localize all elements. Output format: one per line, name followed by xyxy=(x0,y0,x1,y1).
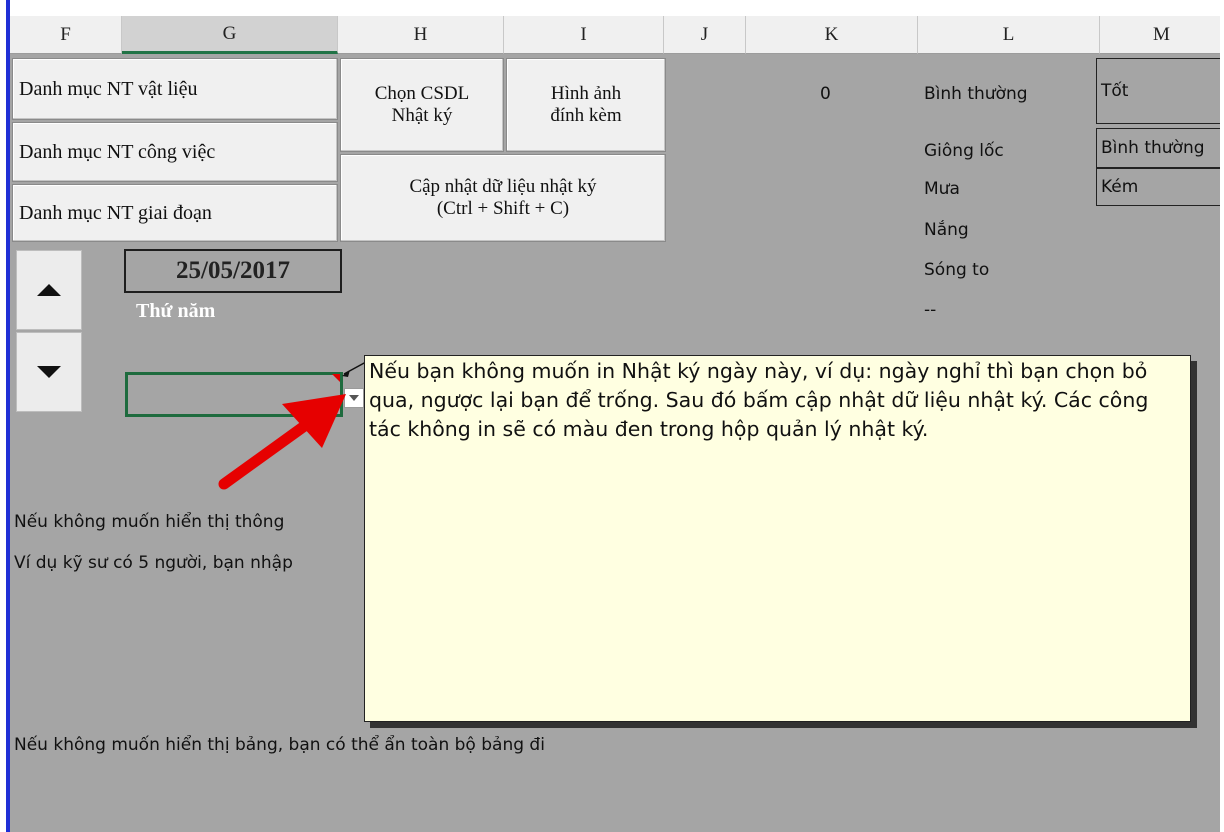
cap-nhat-du-lieu-button[interactable]: Cập nhật dữ liệu nhật ký (Ctrl + Shift +… xyxy=(340,154,666,242)
danh-muc-giai-doan-label: Danh mục NT giai đoạn xyxy=(19,201,212,224)
cell-k-value[interactable]: 0 xyxy=(820,84,831,104)
comment-indicator xyxy=(332,374,340,382)
quality-cell-tot[interactable]: Tốt xyxy=(1096,58,1220,124)
arrow-up-icon xyxy=(37,284,61,296)
quality-cell-kem[interactable]: Kém xyxy=(1096,168,1220,206)
column-header-j[interactable]: J xyxy=(664,16,746,54)
weather-item[interactable]: -- xyxy=(924,300,936,320)
column-header-k[interactable]: K xyxy=(746,16,918,54)
quality-label: Tốt xyxy=(1101,81,1129,101)
weather-item[interactable]: Sóng to xyxy=(924,260,989,280)
date-cell[interactable]: 25/05/2017 xyxy=(124,249,342,293)
hinh-anh-label-line1: Hình ảnh xyxy=(550,83,622,104)
column-header-g[interactable]: G xyxy=(122,16,338,54)
comment-text: Nếu bạn không muốn in Nhật ký ngày này, … xyxy=(369,359,1149,441)
note-text: Nếu không muốn hiển thị thông xyxy=(14,512,285,532)
note-text: Ví dụ kỹ sư có 5 người, bạn nhập xyxy=(14,553,293,573)
column-header-i[interactable]: I xyxy=(504,16,664,54)
cap-nhat-label-line2: (Ctrl + Shift + C) xyxy=(436,198,570,219)
weather-item[interactable]: Giông lốc xyxy=(924,141,1004,161)
column-header-h[interactable]: H xyxy=(338,16,504,54)
column-header-m[interactable]: M xyxy=(1100,16,1220,54)
top-strip xyxy=(10,0,1220,16)
weather-item[interactable]: Mưa xyxy=(924,179,960,199)
weekday-label: Thứ năm xyxy=(136,300,216,322)
column-header-f[interactable]: F xyxy=(10,16,122,54)
weather-item[interactable]: Nắng xyxy=(924,220,969,240)
column-header-l[interactable]: L xyxy=(918,16,1100,54)
weather-item[interactable]: Bình thường xyxy=(924,84,1028,104)
previous-day-button[interactable] xyxy=(16,250,82,330)
danh-muc-cong-viec-label: Danh mục NT công việc xyxy=(19,140,216,163)
comment-tooltip: Nếu bạn không muốn in Nhật ký ngày này, … xyxy=(364,355,1191,722)
red-arrow-icon xyxy=(218,394,346,490)
next-day-button[interactable] xyxy=(16,332,82,412)
cap-nhat-label-line1: Cập nhật dữ liệu nhật ký xyxy=(409,176,597,197)
arrow-down-icon xyxy=(37,366,61,378)
chon-csdl-nhat-ky-button[interactable]: Chọn CSDL Nhật ký xyxy=(340,58,504,152)
danh-muc-vat-lieu-button[interactable]: Danh mục NT vật liệu xyxy=(12,58,338,120)
hinh-anh-label-line2: đính kèm xyxy=(550,105,622,126)
danh-muc-vat-lieu-label: Danh mục NT vật liệu xyxy=(19,77,198,100)
quality-label: Bình thường xyxy=(1101,138,1205,158)
hinh-anh-dinh-kem-button[interactable]: Hình ảnh đính kèm xyxy=(506,58,666,152)
quality-label: Kém xyxy=(1101,177,1139,197)
chon-csdl-label-line2: Nhật ký xyxy=(391,105,453,126)
danh-muc-giai-doan-button[interactable]: Danh mục NT giai đoạn xyxy=(12,184,338,242)
quality-cell-binh-thuong[interactable]: Bình thường xyxy=(1096,128,1220,168)
chon-csdl-label-line1: Chọn CSDL xyxy=(374,83,470,104)
note-text: Nếu không muốn hiển thị bảng, bạn có thể… xyxy=(14,735,545,755)
spreadsheet-area: F G H I J K L M Danh mục NT vật liệu Dan… xyxy=(6,0,1220,832)
danh-muc-cong-viec-button[interactable]: Danh mục NT công việc xyxy=(12,122,338,182)
